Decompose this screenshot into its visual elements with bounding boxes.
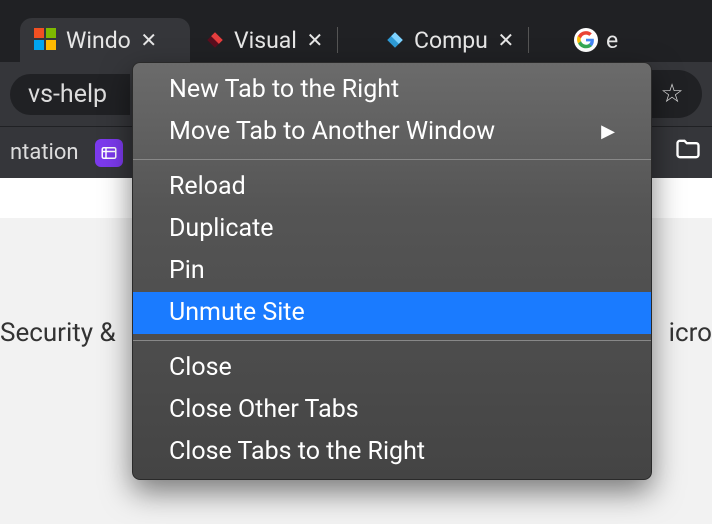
menu-item-label: Unmute Site xyxy=(169,296,305,330)
tab-close-icon[interactable]: ✕ xyxy=(139,30,159,50)
menu-item-label: Move Tab to Another Window xyxy=(169,115,495,149)
menu-item-label: Close Tabs to the Right xyxy=(169,435,425,469)
menu-item-label: Reload xyxy=(169,170,246,204)
menu-item-unmute-site[interactable]: Unmute Site xyxy=(133,292,651,334)
menu-separator xyxy=(133,159,651,160)
tab-compu[interactable]: Compu ✕ xyxy=(370,18,560,62)
menu-item-pin[interactable]: Pin xyxy=(133,250,651,292)
menu-item-duplicate[interactable]: Duplicate xyxy=(133,208,651,250)
menu-item-label: Close Other Tabs xyxy=(169,393,359,427)
tab-label: e xyxy=(606,27,618,54)
menu-item-reload[interactable]: Reload xyxy=(133,166,651,208)
tab-close-icon[interactable]: ✕ xyxy=(496,30,516,50)
address-text: vs-help xyxy=(28,80,107,109)
google-icon xyxy=(574,28,598,52)
tab-label: Visual xyxy=(234,27,297,54)
star-icon: ☆ xyxy=(660,79,683,109)
address-bar[interactable]: vs-help xyxy=(10,74,130,115)
menu-separator xyxy=(133,340,651,341)
tab-close-icon[interactable]: ✕ xyxy=(305,30,325,50)
tab-windows[interactable]: Windo ✕ xyxy=(20,18,190,62)
menu-item-label: Pin xyxy=(169,254,205,288)
diamond-icon xyxy=(384,29,406,51)
menu-item-label: New Tab to the Right xyxy=(169,73,399,107)
menu-item-new-tab-to-the-right[interactable]: New Tab to the Right xyxy=(133,69,651,111)
tab-context-menu: New Tab to the Right Move Tab to Another … xyxy=(132,62,652,480)
menu-item-close[interactable]: Close xyxy=(133,347,651,389)
menu-item-label: Duplicate xyxy=(169,212,274,246)
bookmark-tile-icon[interactable] xyxy=(95,139,123,167)
folder-icon[interactable] xyxy=(674,135,702,170)
diamond-icon xyxy=(204,29,226,51)
page-heading-fragment-right: icro xyxy=(669,318,712,348)
tab-separator xyxy=(337,27,338,53)
tab-label: Windo xyxy=(66,27,131,54)
tab-google[interactable]: e xyxy=(560,18,650,62)
tab-separator xyxy=(528,27,529,53)
tab-label: Compu xyxy=(414,27,488,54)
microsoft-icon xyxy=(34,28,58,52)
page-heading-fragment-left: Security & xyxy=(0,318,116,348)
menu-item-move-tab-to-another-window[interactable]: Move Tab to Another Window ▶ xyxy=(133,111,651,153)
bookmark-item-label[interactable]: ntation xyxy=(10,140,79,165)
menu-item-close-tabs-to-the-right[interactable]: Close Tabs to the Right xyxy=(133,431,651,473)
tab-strip: Windo ✕ Visual ✕ Compu ✕ e xyxy=(0,0,712,62)
menu-item-label: Close xyxy=(169,351,232,385)
tab-visual[interactable]: Visual ✕ xyxy=(190,18,370,62)
submenu-arrow-icon: ▶ xyxy=(601,115,615,149)
menu-item-close-other-tabs[interactable]: Close Other Tabs xyxy=(133,389,651,431)
